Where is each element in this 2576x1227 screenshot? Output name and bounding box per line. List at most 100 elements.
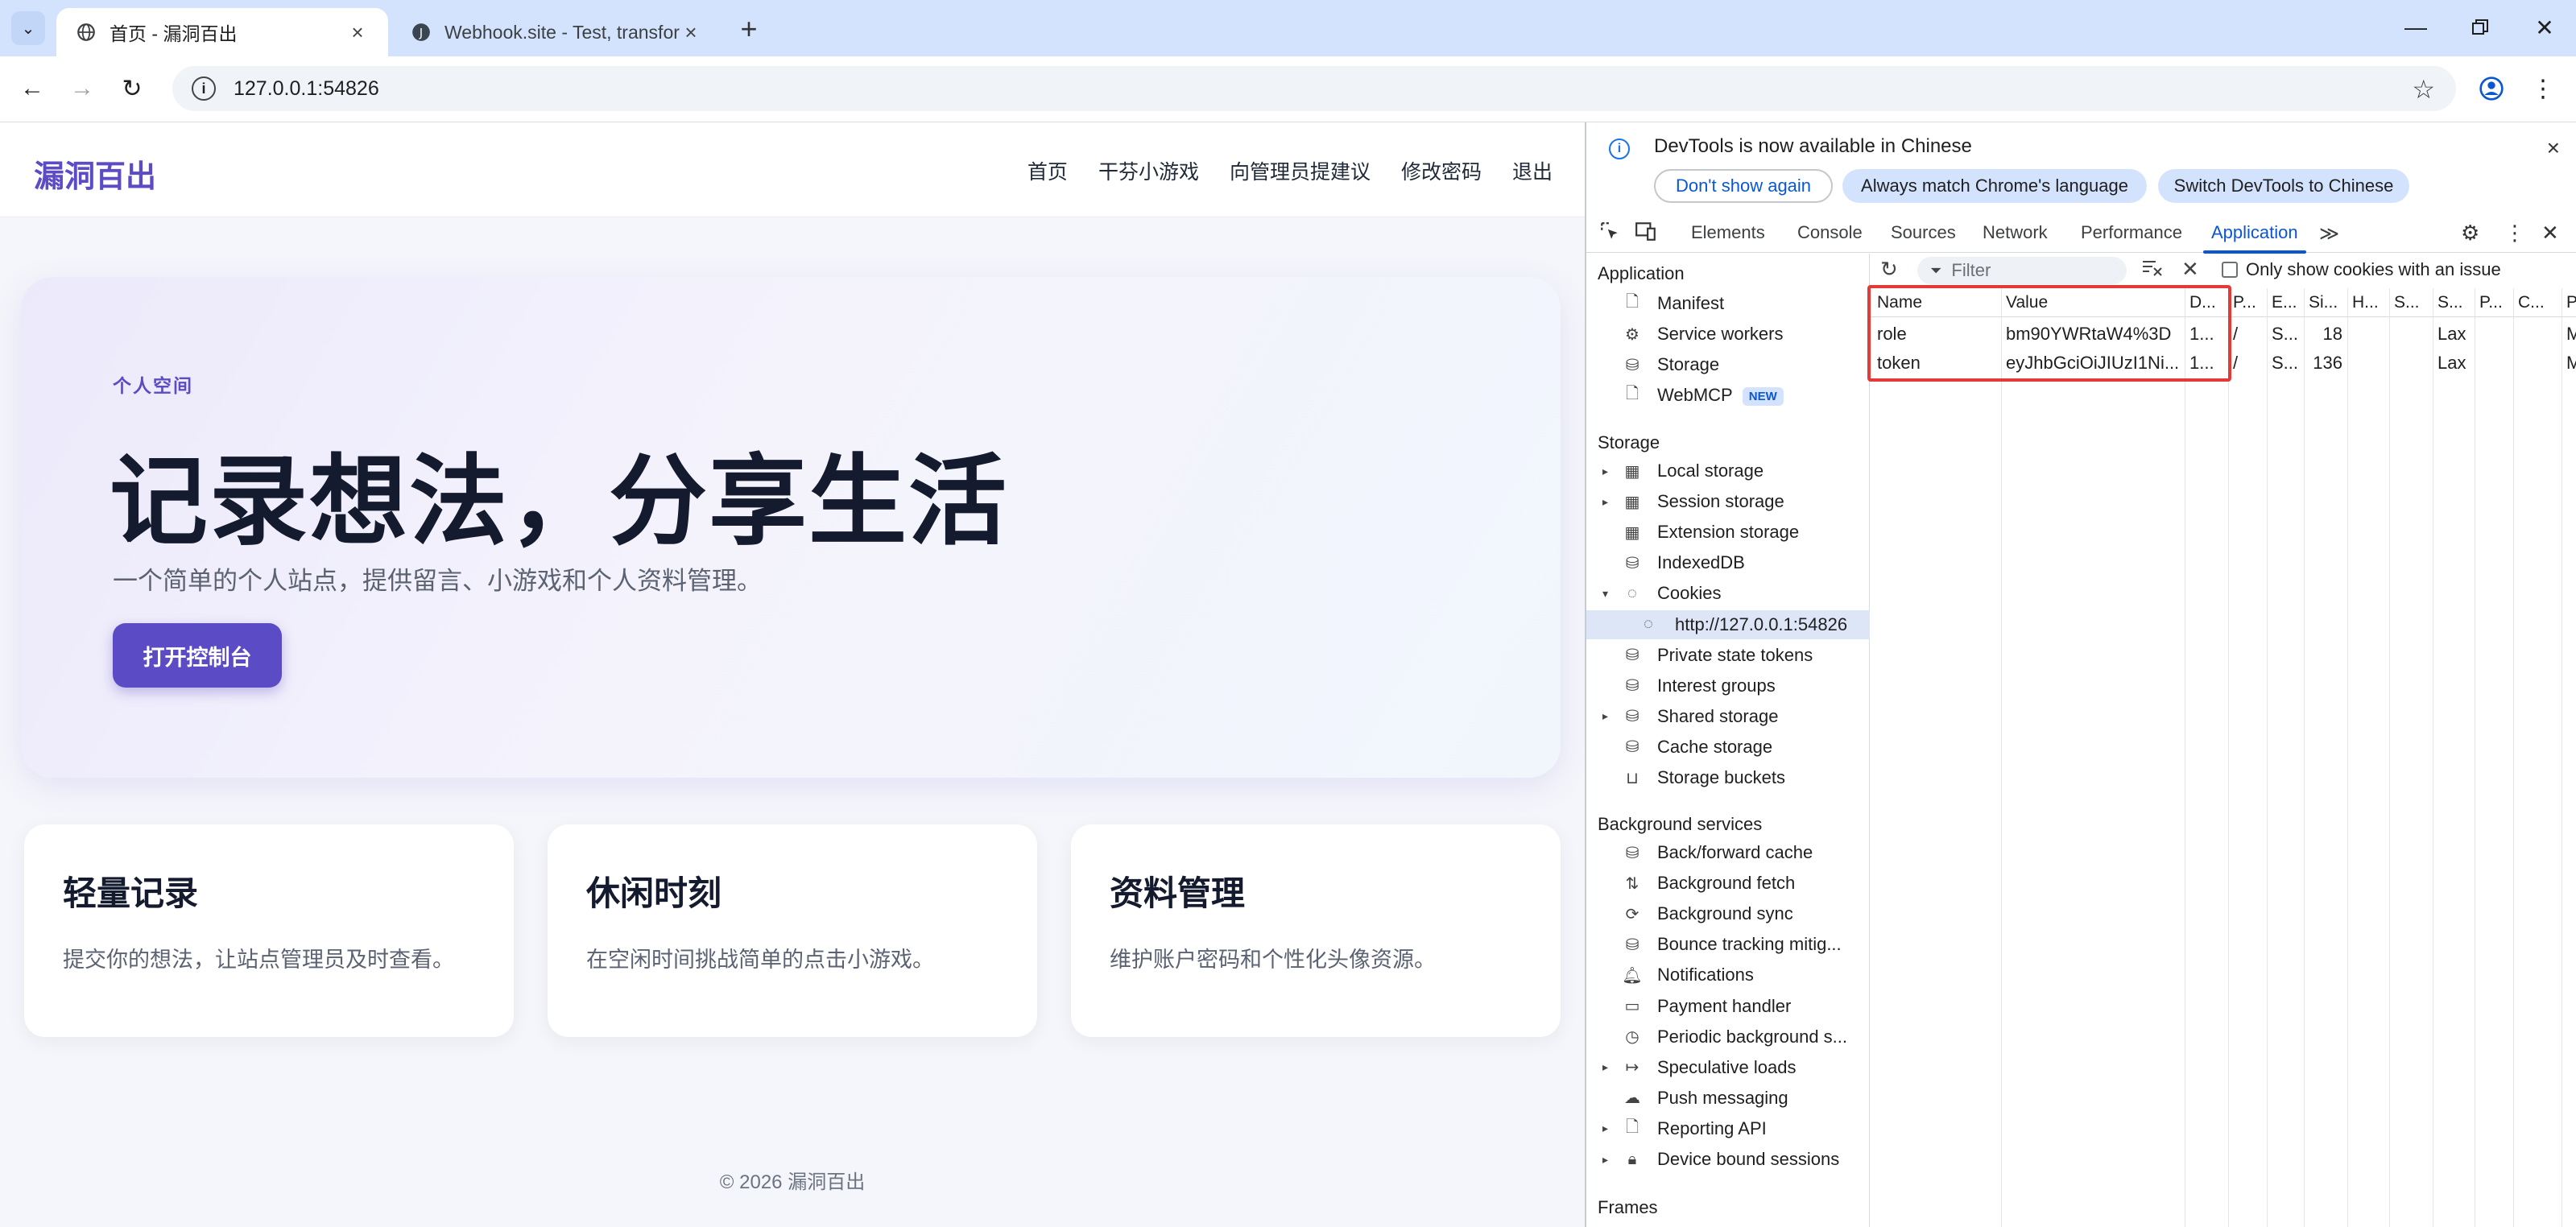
reload-icon[interactable]: ↻ [113, 69, 151, 108]
sidebar-item-extension-storage[interactable]: ▦ Extension storage [1586, 518, 1870, 547]
column-header[interactable]: P... [2233, 293, 2267, 312]
close-icon[interactable]: × [346, 20, 369, 44]
minimize-icon[interactable]: — [2392, 10, 2440, 45]
browser-tab-webhook[interactable]: J Webhook.site - Test, transfor × [391, 8, 722, 56]
sidebar-item-notifications[interactable]: 🔔︎ Notifications [1586, 961, 1870, 989]
column-header[interactable]: S... [2437, 293, 2475, 312]
sidebar-item-session-storage[interactable]: ▸ ▦ Session storage [1586, 487, 1870, 516]
close-devtools-icon[interactable]: ✕ [2541, 221, 2559, 246]
settings-gear-icon[interactable]: ⚙ [2461, 221, 2479, 246]
only-issue-checkbox[interactable] [2222, 262, 2238, 278]
cookie-cell: M [2566, 324, 2576, 345]
sidebar-item-cache-storage[interactable]: ⛁ Cache storage [1586, 733, 1870, 762]
refresh-icon[interactable]: ↻ [1880, 257, 1898, 282]
table-icon: ▦ [1624, 523, 1640, 542]
sidebar-item-speculative-loads[interactable]: ▸ ↦ Speculative loads [1586, 1053, 1870, 1082]
column-header[interactable]: S... [2394, 293, 2433, 312]
sidebar-item-back-forward-cache[interactable]: ⛁ Back/forward cache [1586, 838, 1870, 867]
tab-elements[interactable]: Elements [1691, 222, 1765, 243]
section-storage: Storage [1598, 432, 1660, 452]
bookmark-star-icon[interactable]: ☆ [2412, 74, 2435, 105]
column-header[interactable]: C... [2518, 293, 2560, 312]
sidebar-item-storage-buckets[interactable]: ⊔ Storage buckets [1586, 763, 1870, 792]
sidebar-item-cookies[interactable]: ▾ ◌ Cookies [1586, 579, 1870, 608]
inspect-element-icon[interactable] [1599, 221, 1620, 247]
nav-home[interactable]: 首页 [1028, 156, 1068, 185]
site-info-icon[interactable]: i [192, 76, 216, 101]
sidebar-item-local-storage[interactable]: ▸ ▦ Local storage [1586, 457, 1870, 485]
nav-game[interactable]: 干芬小游戏 [1098, 156, 1199, 185]
dont-show-again-button[interactable]: Don't show again [1654, 169, 1833, 203]
sidebar-item-periodic-background-s[interactable]: ◷ Periodic background s... [1586, 1022, 1870, 1051]
tab-performance[interactable]: Performance [2081, 222, 2182, 243]
column-header[interactable]: E... [2272, 293, 2305, 312]
delete-all-icon[interactable]: ✕ [2181, 257, 2199, 282]
column-header[interactable]: P... [2479, 293, 2513, 312]
new-badge: NEW [1742, 386, 1784, 406]
sidebar-item-shared-storage[interactable]: ▸ ⛁ Shared storage [1586, 702, 1870, 731]
sidebar-item-reporting-api[interactable]: ▸ 🗋 Reporting API [1586, 1114, 1870, 1143]
tab-network[interactable]: Network [1983, 222, 2048, 243]
sidebar-item-device-bound-sessions[interactable]: ▸ 🔒︎ Device bound sessions [1586, 1145, 1870, 1174]
close-icon[interactable]: × [680, 20, 702, 44]
sidebar-item-webmcp[interactable]: 🗋 WebMCP NEW [1586, 381, 1870, 410]
cookie-cell: / [2233, 353, 2239, 373]
tab-search-button[interactable]: ⌄ [11, 11, 45, 45]
expand-arrow-right-icon[interactable]: ▸ [1602, 1122, 1608, 1135]
sidebar-item-push-messaging[interactable]: ☁ Push messaging [1586, 1084, 1870, 1113]
sidebar-item-storage[interactable]: ⛁ Storage [1586, 350, 1870, 379]
sidebar-item-background-fetch[interactable]: ⇅ Background fetch [1586, 869, 1870, 898]
column-header[interactable]: H... [2352, 293, 2389, 312]
cookie-cell: 136 [2313, 353, 2342, 373]
open-console-button[interactable]: 打开控制台 [113, 623, 282, 688]
forward-arrow-icon[interactable]: → [63, 69, 101, 108]
cookie-filter-input[interactable]: ⏷ Filter [1917, 257, 2127, 284]
gears-icon: ⚙ [1625, 325, 1639, 344]
sidebar-item-private-state-tokens[interactable]: ⛁ Private state tokens [1586, 641, 1870, 670]
restore-icon[interactable] [2456, 10, 2504, 45]
section-background-services: Background services [1598, 814, 1763, 834]
tab-console[interactable]: Console [1797, 222, 1863, 243]
browser-menu-icon[interactable]: ⋮ [2524, 69, 2562, 108]
sidebar-item-payment-handler[interactable]: ▭ Payment handler [1586, 992, 1870, 1021]
expand-arrow-right-icon[interactable]: ▸ [1602, 495, 1608, 509]
clear-filtered-icon[interactable] [2141, 257, 2164, 283]
match-language-button[interactable]: Always match Chrome's language [1842, 169, 2147, 203]
sidebar-item-manifest[interactable]: 🗋 Manifest [1586, 289, 1870, 318]
sidebar-item-bounce-tracking-mitig[interactable]: ⛁ Bounce tracking mitig... [1586, 930, 1870, 959]
sidebar-item-service-workers[interactable]: ⚙ Service workers [1586, 320, 1870, 349]
database-icon: ⛁ [1625, 554, 1639, 572]
nav-logout[interactable]: 退出 [1512, 156, 1553, 185]
column-header[interactable]: Si... [2309, 293, 2347, 312]
column-header[interactable]: P [2566, 293, 2576, 312]
column-divider [2513, 288, 2514, 1227]
switch-chinese-button[interactable]: Switch DevTools to Chinese [2158, 169, 2409, 203]
sidebar-item-background-sync[interactable]: ⟳ Background sync [1586, 899, 1870, 928]
card-desc: 在空闲时间挑战简单的点击小游戏。 [586, 948, 934, 972]
sidebar-item-indexeddb[interactable]: ⛁ IndexedDB [1586, 548, 1870, 577]
column-divider [2347, 288, 2348, 1227]
section-frames: Frames [1598, 1197, 1658, 1217]
tab-application[interactable]: Application [2203, 222, 2306, 254]
profile-icon[interactable] [2472, 69, 2511, 108]
tab-sources[interactable]: Sources [1891, 222, 1956, 243]
window-close-icon[interactable]: ✕ [2520, 10, 2569, 45]
devtools-menu-icon[interactable]: ⋮ [2504, 221, 2525, 246]
device-toolbar-icon[interactable] [1635, 221, 1657, 247]
back-arrow-icon[interactable]: ← [13, 69, 52, 108]
expand-arrow-right-icon[interactable]: ▸ [1602, 465, 1608, 478]
sidebar-item-http-127-0-0-1-54826[interactable]: ◌ http://127.0.0.1:54826 [1586, 609, 1870, 639]
close-icon[interactable]: × [2547, 135, 2560, 161]
nav-change-password[interactable]: 修改密码 [1401, 156, 1482, 185]
more-tabs-icon[interactable]: ≫ [2319, 222, 2339, 246]
expand-arrow-right-icon[interactable]: ▸ [1602, 1060, 1608, 1074]
expand-arrow-right-icon[interactable]: ▸ [1602, 709, 1608, 723]
expand-arrow-right-icon[interactable]: ▸ [1602, 1153, 1608, 1167]
site-logo[interactable]: 漏洞百出 [34, 151, 156, 196]
sidebar-item-interest-groups[interactable]: ⛁ Interest groups [1586, 671, 1870, 700]
new-tab-button[interactable]: + [733, 12, 765, 45]
expand-arrow-down-icon[interactable]: ▾ [1602, 587, 1608, 601]
nav-suggest[interactable]: 向管理员提建议 [1230, 156, 1371, 185]
address-bar[interactable]: i 127.0.0.1:54826 ☆ [172, 66, 2456, 111]
browser-tab-active[interactable]: 首页 - 漏洞百出 × [56, 8, 388, 56]
